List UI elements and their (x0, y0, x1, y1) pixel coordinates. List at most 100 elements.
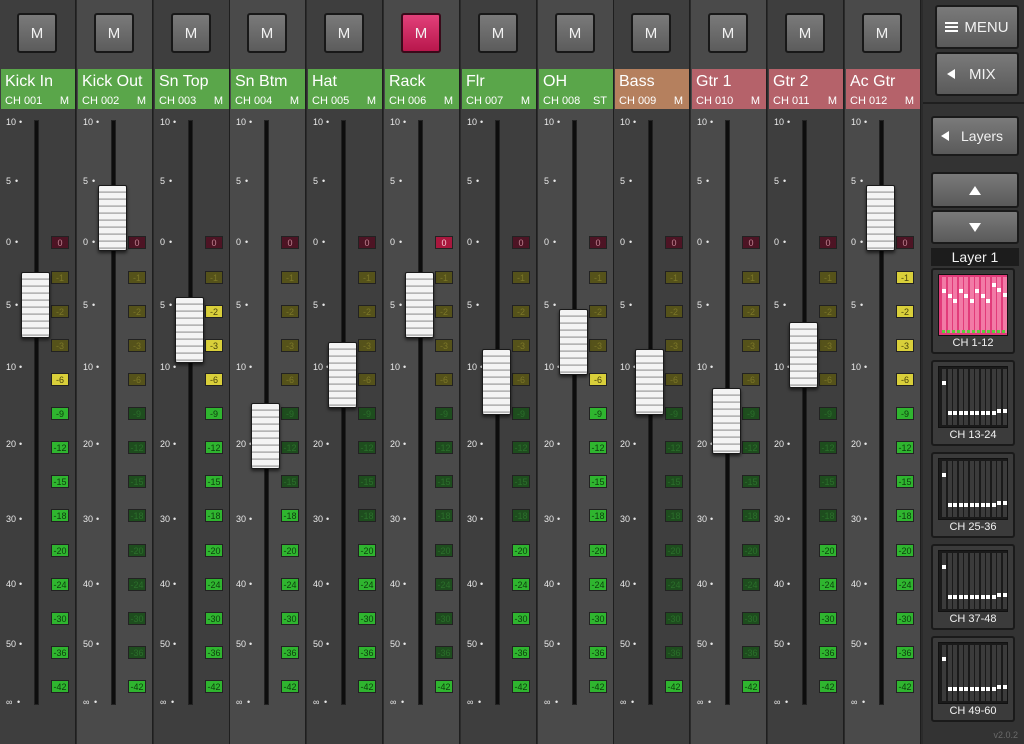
bank-button[interactable]: CH 37-48 (931, 544, 1015, 630)
bank-button[interactable]: CH 49-60 (931, 636, 1015, 722)
bank-label: CH 49-60 (949, 705, 997, 717)
mute-button[interactable]: M (785, 13, 825, 53)
menu-button[interactable]: MENU (935, 5, 1019, 49)
fader-scale-tick: • (96, 639, 100, 649)
fader-knob[interactable] (635, 349, 664, 415)
channel-name-box[interactable]: Hat CH 005 M (308, 69, 382, 109)
fader-knob[interactable] (789, 322, 818, 388)
fader-knob[interactable] (712, 388, 741, 454)
fader-scale-tick: • (860, 237, 864, 247)
mix-button[interactable]: MIX (935, 52, 1019, 96)
fader-scale-label: 10 (544, 362, 555, 372)
meter-segment: -42 (128, 680, 146, 693)
fader-scale-label: 50 (697, 639, 708, 649)
fader-scale-tick: • (633, 439, 637, 449)
meter-segment: -20 (205, 544, 223, 557)
bank-thumbnail (938, 366, 1008, 428)
bank-button[interactable]: CH 13-24 (931, 360, 1015, 446)
fader-scale-label: ∞ (83, 697, 90, 707)
mute-button[interactable]: M (17, 13, 57, 53)
channel-mode: M (289, 95, 299, 107)
meter-segment: -18 (51, 509, 69, 522)
bank-thumb-column (964, 645, 968, 701)
channel-name-box[interactable]: Kick Out CH 002 M (78, 69, 152, 109)
channel-number: CH 012 (850, 95, 888, 107)
channel-name-box[interactable]: Bass CH 009 M (615, 69, 689, 109)
bank-thumb-column (986, 369, 990, 425)
mute-button[interactable]: M (555, 13, 595, 53)
channel-name-box[interactable]: Rack CH 006 M (385, 69, 459, 109)
channel-name-box[interactable]: Sn Top CH 003 M (155, 69, 229, 109)
fader-scale-label: 40 (697, 579, 708, 589)
fader-scale-label: 10 (851, 117, 862, 127)
fader-knob[interactable] (98, 185, 127, 251)
fader-scale-tick: • (787, 639, 791, 649)
channel-name-box[interactable]: Flr CH 007 M (462, 69, 536, 109)
fader-scale-label: 0 (774, 237, 780, 247)
channel-strip: M Sn Top CH 003 M 10 • 5 • 0 • 5 • 10 • 20 • 30 • 40 • 50 • ∞ •… (154, 0, 230, 744)
layer-down-button[interactable] (931, 210, 1019, 244)
meter-segment: -24 (665, 578, 683, 591)
bank-thumb-fader (947, 503, 952, 507)
fader-scale-label: 10 (774, 362, 785, 372)
mute-button[interactable]: M (247, 13, 287, 53)
meter-segment: -36 (435, 646, 453, 659)
mute-button[interactable]: M (631, 13, 671, 53)
fader-scale-tick: • (787, 579, 791, 589)
mute-button[interactable]: M (862, 13, 902, 53)
fader-knob[interactable] (405, 272, 434, 338)
layers-button[interactable]: Layers (931, 116, 1019, 156)
mute-button[interactable]: M (324, 13, 364, 53)
fader-scale-tick: • (326, 439, 330, 449)
channel-name: Hat (312, 73, 337, 90)
fader-knob[interactable] (482, 349, 511, 415)
mute-button[interactable]: M (401, 13, 441, 53)
fader-scale-tick: • (710, 117, 714, 127)
fader-scale-tick: • (480, 514, 484, 524)
fader-scale-label: 40 (236, 579, 247, 589)
mute-button[interactable]: M (171, 13, 211, 53)
channel-name-box[interactable]: Ac Gtr CH 012 M (846, 69, 920, 109)
fader-knob[interactable] (559, 309, 588, 375)
fader-scale-label: 0 (851, 237, 857, 247)
fader-scale-tick: • (783, 176, 787, 186)
fader-knob[interactable] (328, 342, 357, 408)
bank-thumb-fader (980, 595, 985, 599)
channel-name: Rack (389, 73, 426, 90)
meter-segment: 0 (205, 236, 223, 249)
fader-knob[interactable] (175, 297, 204, 363)
meter-segment: -9 (896, 407, 914, 420)
fader-scale-tick: • (245, 300, 249, 310)
fader-scale-tick: • (631, 697, 635, 707)
mute-button[interactable]: M (94, 13, 134, 53)
meter-segment: -12 (358, 441, 376, 454)
mute-button[interactable]: M (478, 13, 518, 53)
channel-name-box[interactable]: Kick In CH 001 M (1, 69, 75, 109)
fader-scale-tick: • (629, 300, 633, 310)
channel-name-box[interactable]: Gtr 1 CH 010 M (692, 69, 766, 109)
fader-scale-tick: • (864, 117, 868, 127)
fader-scale-tick: • (96, 362, 100, 372)
mute-button[interactable]: M (708, 13, 748, 53)
fader-scale-tick: • (403, 362, 407, 372)
fader-knob[interactable] (21, 272, 50, 338)
fader-scale-label: 10 (160, 117, 171, 127)
bank-thumb-column (991, 461, 996, 517)
fader-track (188, 120, 193, 705)
fader-knob[interactable] (866, 185, 895, 251)
channel-name-box[interactable]: Sn Btm CH 004 M (231, 69, 305, 109)
bank-button[interactable]: CH 1-12 (931, 268, 1015, 354)
channel-mode: M (213, 95, 223, 107)
channel-name-box[interactable]: OH CH 008 ST (539, 69, 613, 109)
meter-segment: -24 (358, 578, 376, 591)
fader-scale-label: 10 (236, 362, 247, 372)
meter-segment: -1 (205, 271, 223, 284)
layer-up-button[interactable] (931, 172, 1019, 208)
bank-button[interactable]: CH 25-36 (931, 452, 1015, 538)
fader-knob[interactable] (251, 403, 280, 469)
meter-segment: -18 (512, 509, 530, 522)
fader-scale-label: 40 (83, 579, 94, 589)
meter-segment: -15 (435, 475, 453, 488)
bank-thumb-fader (947, 595, 952, 599)
channel-name-box[interactable]: Gtr 2 CH 011 M (769, 69, 843, 109)
